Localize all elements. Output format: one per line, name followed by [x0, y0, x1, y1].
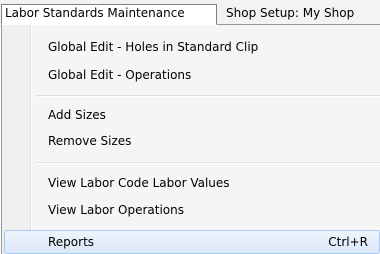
dropdown-menu: Global Edit - Holes in Standard Clip Glo…: [1, 24, 380, 254]
menu-item-label: Add Sizes: [48, 108, 106, 122]
app-window: Labor Standards Maintenance Shop Setup: …: [0, 0, 380, 254]
menu-item-shortcut: Ctrl+R: [328, 235, 368, 249]
menu-separator: [36, 95, 380, 97]
menu-item-add-sizes[interactable]: Add Sizes: [4, 103, 380, 127]
menu-item-remove-sizes[interactable]: Remove Sizes: [4, 129, 380, 153]
menu-item-label: Reports: [48, 235, 95, 249]
menu-bar: Labor Standards Maintenance Shop Setup: …: [0, 0, 380, 25]
menu-labor-standards-maintenance[interactable]: Labor Standards Maintenance: [1, 4, 217, 25]
menu-item-view-labor-code-values[interactable]: View Labor Code Labor Values: [4, 171, 380, 195]
menu-item-label: Remove Sizes: [48, 134, 132, 148]
menu-item-view-labor-operations[interactable]: View Labor Operations: [4, 198, 380, 222]
menu-label: Shop Setup: My Shop: [226, 6, 355, 20]
menu-shop-setup[interactable]: Shop Setup: My Shop: [220, 4, 360, 22]
menu-item-global-edit-operations[interactable]: Global Edit - Operations: [4, 63, 380, 87]
menu-label: Labor Standards Maintenance: [5, 6, 185, 20]
menu-item-label: View Labor Operations: [48, 203, 185, 217]
menu-separator: [36, 162, 380, 164]
menu-item-label: Global Edit - Operations: [48, 68, 192, 82]
menu-item-reports[interactable]: Reports Ctrl+R: [4, 230, 380, 254]
menu-item-label: View Labor Code Labor Values: [48, 176, 230, 190]
menu-item-global-edit-holes[interactable]: Global Edit - Holes in Standard Clip: [4, 35, 380, 59]
menu-item-label: Global Edit - Holes in Standard Clip: [48, 40, 259, 54]
